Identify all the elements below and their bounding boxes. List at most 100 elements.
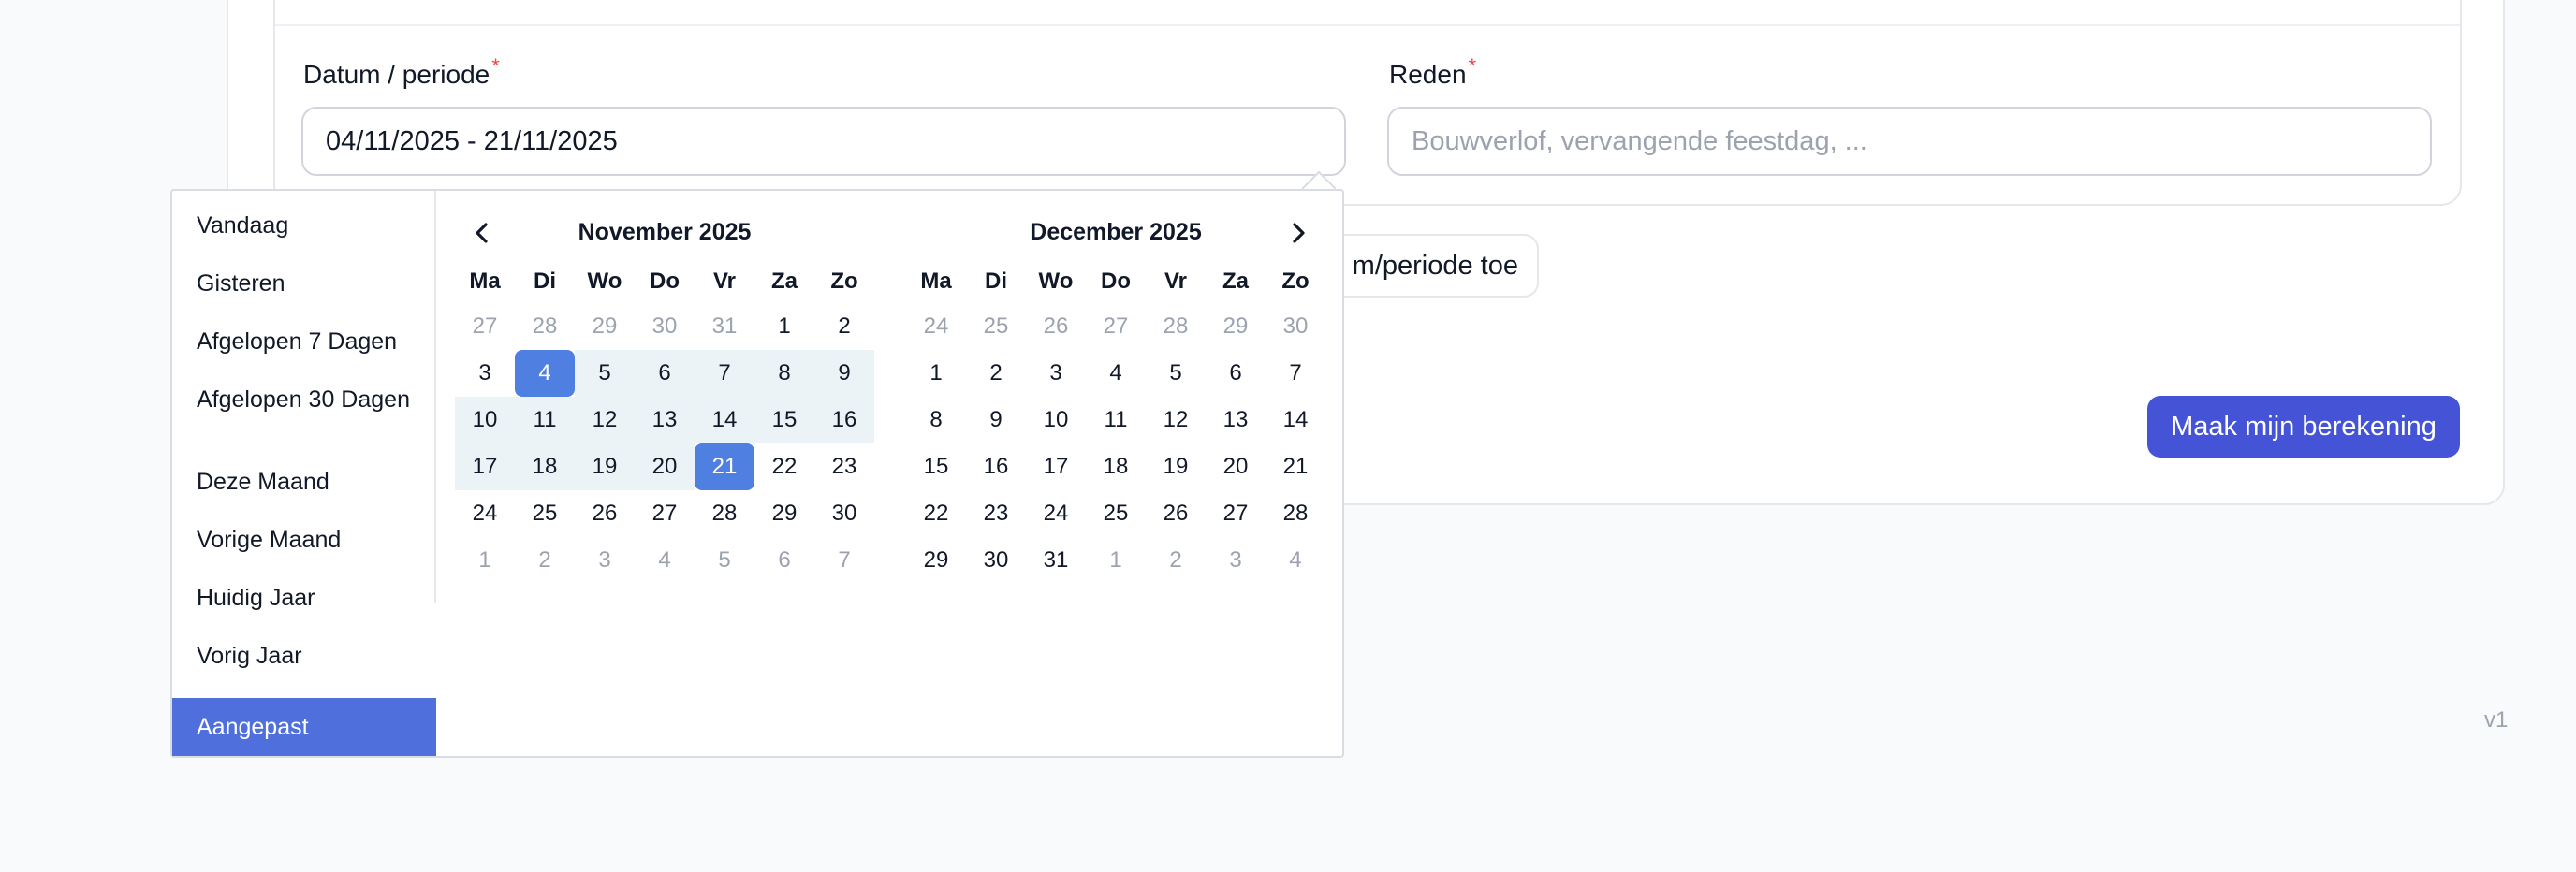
calendar-day[interactable]: 24 bbox=[1026, 490, 1086, 537]
calendar-day[interactable]: 3 bbox=[575, 537, 635, 584]
preset-range-item[interactable]: Vorig Jaar bbox=[172, 642, 436, 670]
calendar-day[interactable]: 26 bbox=[1146, 490, 1206, 537]
date-range-input[interactable]: 04/11/2025 - 21/11/2025 bbox=[301, 107, 1346, 176]
calendar-day[interactable]: 5 bbox=[575, 350, 635, 397]
calendar-day[interactable]: 2 bbox=[966, 350, 1026, 397]
calendar-day[interactable]: 13 bbox=[1206, 397, 1266, 443]
calendar-day[interactable]: 25 bbox=[1086, 490, 1146, 537]
calendar-day[interactable]: 11 bbox=[515, 397, 575, 443]
calendar-day[interactable]: 6 bbox=[754, 537, 814, 584]
preset-range-item[interactable]: Afgelopen 30 Dagen bbox=[172, 385, 436, 414]
calendar-day-selected[interactable]: 4 bbox=[515, 350, 575, 397]
calendar-day[interactable]: 4 bbox=[1086, 350, 1146, 397]
calendar-day[interactable]: 30 bbox=[635, 303, 695, 350]
calendar-day[interactable]: 17 bbox=[455, 443, 515, 490]
calendar-day[interactable]: 24 bbox=[906, 303, 966, 350]
calendar-day[interactable]: 30 bbox=[1266, 303, 1325, 350]
date-range-picker: Vandaag Gisteren Afgelopen 7 Dagen Afgelope… bbox=[170, 189, 1344, 758]
preset-range-item[interactable]: Huidig Jaar bbox=[172, 584, 436, 612]
calendar-day[interactable]: 1 bbox=[906, 350, 966, 397]
preset-range-item[interactable]: Gisteren bbox=[172, 269, 436, 298]
calendar-day[interactable]: 9 bbox=[966, 397, 1026, 443]
calendar-day[interactable]: 3 bbox=[455, 350, 515, 397]
calendar-day[interactable]: 28 bbox=[515, 303, 575, 350]
calendar-day[interactable]: 2 bbox=[515, 537, 575, 584]
calendar-day[interactable]: 5 bbox=[1146, 350, 1206, 397]
calendar-day[interactable]: 14 bbox=[695, 397, 754, 443]
calendar-day[interactable]: 27 bbox=[635, 490, 695, 537]
calendar-day[interactable]: 29 bbox=[754, 490, 814, 537]
calendar-day[interactable]: 28 bbox=[1266, 490, 1325, 537]
preset-range-item[interactable]: Afgelopen 7 Dagen bbox=[172, 327, 436, 356]
calendar-day[interactable]: 1 bbox=[1086, 537, 1146, 584]
calendar-day[interactable]: 18 bbox=[1086, 443, 1146, 490]
calendar-day[interactable]: 22 bbox=[754, 443, 814, 490]
calendar-day[interactable]: 14 bbox=[1266, 397, 1325, 443]
calendar-day[interactable]: 16 bbox=[814, 397, 874, 443]
calendar-day[interactable]: 22 bbox=[906, 490, 966, 537]
calendar-day[interactable]: 3 bbox=[1026, 350, 1086, 397]
calendar-day[interactable]: 7 bbox=[814, 537, 874, 584]
calendar-day[interactable]: 2 bbox=[814, 303, 874, 350]
calendar-day[interactable]: 30 bbox=[966, 537, 1026, 584]
calendar-day[interactable]: 15 bbox=[754, 397, 814, 443]
calendar-day[interactable]: 1 bbox=[455, 537, 515, 584]
prev-month-button[interactable] bbox=[466, 217, 498, 249]
calendar-day[interactable]: 4 bbox=[635, 537, 695, 584]
calendar-day[interactable]: 13 bbox=[635, 397, 695, 443]
calendar-day[interactable]: 6 bbox=[1206, 350, 1266, 397]
calendar-day[interactable]: 6 bbox=[635, 350, 695, 397]
preset-range-item[interactable]: Vorige Maand bbox=[172, 526, 436, 554]
calendar-day[interactable]: 26 bbox=[1026, 303, 1086, 350]
calendar-day[interactable]: 23 bbox=[814, 443, 874, 490]
calculate-button[interactable]: Maak mijn berekening bbox=[2147, 396, 2460, 458]
preset-range-item[interactable]: Deze Maand bbox=[172, 468, 436, 496]
calendar-day[interactable]: 10 bbox=[1026, 397, 1086, 443]
calendar-day-selected[interactable]: 21 bbox=[695, 443, 754, 490]
calendar-day[interactable]: 29 bbox=[906, 537, 966, 584]
calendar-day[interactable]: 30 bbox=[814, 490, 874, 537]
calendar-day[interactable]: 7 bbox=[695, 350, 754, 397]
calendar-day[interactable]: 27 bbox=[455, 303, 515, 350]
calendar-day[interactable]: 23 bbox=[966, 490, 1026, 537]
weekday-header: Wo bbox=[587, 269, 622, 294]
calendar-day[interactable]: 28 bbox=[695, 490, 754, 537]
calendar-day[interactable]: 19 bbox=[1146, 443, 1206, 490]
calendar-day[interactable]: 26 bbox=[575, 490, 635, 537]
calendar-day[interactable]: 25 bbox=[966, 303, 1026, 350]
calendar-day[interactable]: 20 bbox=[635, 443, 695, 490]
calendar-day[interactable]: 21 bbox=[1266, 443, 1325, 490]
calendar-day[interactable]: 15 bbox=[906, 443, 966, 490]
calendar-day[interactable]: 31 bbox=[695, 303, 754, 350]
calendar-day[interactable]: 10 bbox=[455, 397, 515, 443]
calendar-day[interactable]: 27 bbox=[1086, 303, 1146, 350]
calendar-day[interactable]: 3 bbox=[1206, 537, 1266, 584]
calendar-day[interactable]: 19 bbox=[575, 443, 635, 490]
calendar-day[interactable]: 11 bbox=[1086, 397, 1146, 443]
calendar-day[interactable]: 18 bbox=[515, 443, 575, 490]
calendar-day[interactable]: 28 bbox=[1146, 303, 1206, 350]
calendar-day[interactable]: 20 bbox=[1206, 443, 1266, 490]
calendar-day[interactable]: 12 bbox=[575, 397, 635, 443]
calendar-day[interactable]: 7 bbox=[1266, 350, 1325, 397]
calendar-day[interactable]: 5 bbox=[695, 537, 754, 584]
next-month-button[interactable] bbox=[1282, 217, 1314, 249]
calendar-day[interactable]: 27 bbox=[1206, 490, 1266, 537]
calendar-day[interactable]: 8 bbox=[906, 397, 966, 443]
calendar-day[interactable]: 1 bbox=[754, 303, 814, 350]
reason-input[interactable]: Bouwverlof, vervangende feestdag, ... bbox=[1387, 107, 2432, 176]
calendar-day[interactable]: 29 bbox=[1206, 303, 1266, 350]
calendar-day[interactable]: 25 bbox=[515, 490, 575, 537]
calendar-day[interactable]: 4 bbox=[1266, 537, 1325, 584]
calendar-day[interactable]: 9 bbox=[814, 350, 874, 397]
calendar-day[interactable]: 24 bbox=[455, 490, 515, 537]
calendar-day[interactable]: 12 bbox=[1146, 397, 1206, 443]
calendar-day[interactable]: 17 bbox=[1026, 443, 1086, 490]
calendar-day[interactable]: 8 bbox=[754, 350, 814, 397]
calendar-day[interactable]: 29 bbox=[575, 303, 635, 350]
preset-range-item[interactable]: Vandaag bbox=[172, 211, 436, 240]
calendar-day[interactable]: 16 bbox=[966, 443, 1026, 490]
calendar-day[interactable]: 2 bbox=[1146, 537, 1206, 584]
preset-range-item[interactable]: Aangepast bbox=[172, 698, 436, 756]
calendar-day[interactable]: 31 bbox=[1026, 537, 1086, 584]
